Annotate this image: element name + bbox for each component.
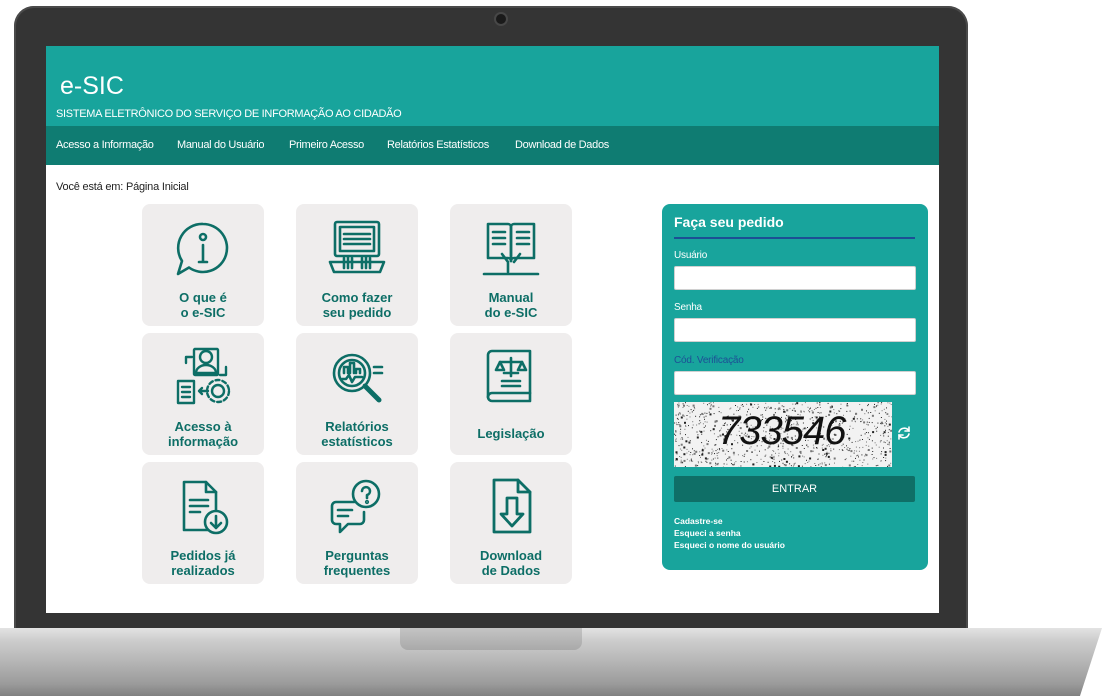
tile-acesso-informacao[interactable]: Acesso à informação (142, 333, 264, 455)
login-panel: Faça seu pedido Usuário Senha Cód. Verif… (662, 204, 928, 570)
main-nav: Acesso a Informação Manual do Usuário Pr… (46, 126, 939, 165)
refresh-captcha-icon[interactable] (896, 425, 912, 441)
tile-label: Relatórios estatísticos (321, 419, 393, 449)
manual-book-icon (476, 214, 546, 284)
tile-label: Manual do e-SIC (484, 290, 538, 320)
site-header: e-SIC SISTEMA ELETRÔNICO DO SERVIÇO DE I… (46, 46, 939, 126)
captcha-text: 733546 (718, 409, 846, 453)
username-input[interactable] (674, 266, 916, 290)
tile-label: Perguntas frequentes (323, 548, 391, 578)
access-information-icon (168, 343, 238, 413)
captcha-input[interactable] (674, 371, 916, 395)
forgot-password-link[interactable]: Esqueci a senha (674, 528, 741, 538)
username-label: Usuário (674, 250, 708, 261)
law-book-icon (476, 343, 546, 413)
faq-chat-icon (322, 472, 392, 542)
tile-label: Acesso à informação (167, 419, 239, 449)
info-chat-icon (168, 214, 238, 284)
tile-como-fazer-pedido[interactable]: Como fazer seu pedido (296, 204, 418, 326)
enter-button[interactable]: ENTRAR (674, 476, 915, 502)
statistics-magnifier-icon (322, 343, 392, 413)
site-subtitle: SISTEMA ELETRÔNICO DO SERVIÇO DE INFORMA… (56, 108, 402, 120)
tile-pedidos-realizados[interactable]: Pedidos já realizados (142, 462, 264, 584)
tile-manual-esic[interactable]: Manual do e-SIC (450, 204, 572, 326)
tile-label: Como fazer seu pedido (321, 290, 393, 320)
laptop-hinge-notch (400, 628, 582, 650)
password-label: Senha (674, 302, 702, 313)
browser-screen: e-SIC SISTEMA ELETRÔNICO DO SERVIÇO DE I… (46, 46, 939, 613)
tile-download-dados[interactable]: Download de Dados (450, 462, 572, 584)
captcha-image: 733546 (674, 402, 892, 467)
tile-label: Legislação (477, 426, 545, 441)
nav-item-acesso-informacao[interactable]: Acesso a Informação (56, 139, 154, 151)
password-input[interactable] (674, 318, 916, 342)
nav-item-download-dados[interactable]: Download de Dados (515, 139, 609, 151)
login-divider (674, 237, 915, 239)
nav-item-primeiro-acesso[interactable]: Primeiro Acesso (289, 139, 364, 151)
nav-item-manual-usuario[interactable]: Manual do Usuário (177, 139, 265, 151)
forgot-username-link[interactable]: Esqueci o nome do usuário (674, 540, 785, 550)
tile-legislacao[interactable]: Legislação (450, 333, 572, 455)
breadcrumb: Você está em: Página Inicial (56, 181, 189, 193)
tile-perguntas-frequentes[interactable]: Perguntas frequentes (296, 462, 418, 584)
tile-label: O que é o e-SIC (179, 290, 227, 320)
captcha-label: Cód. Verificação (674, 355, 744, 366)
tile-label: Pedidos já realizados (170, 548, 236, 578)
webcam-icon (496, 14, 506, 24)
file-download-icon (476, 472, 546, 542)
laptop-typing-icon (322, 214, 392, 284)
tile-o-que-e-esic[interactable]: O que é o e-SIC (142, 204, 264, 326)
tile-label: Download de Dados (479, 548, 543, 578)
document-download-icon (168, 472, 238, 542)
nav-item-relatorios[interactable]: Relatórios Estatísticos (387, 139, 489, 151)
login-title: Faça seu pedido (674, 214, 784, 230)
signup-link[interactable]: Cadastre-se (674, 516, 723, 526)
site-title: e-SIC (60, 72, 124, 100)
tile-relatorios-estatisticos[interactable]: Relatórios estatísticos (296, 333, 418, 455)
